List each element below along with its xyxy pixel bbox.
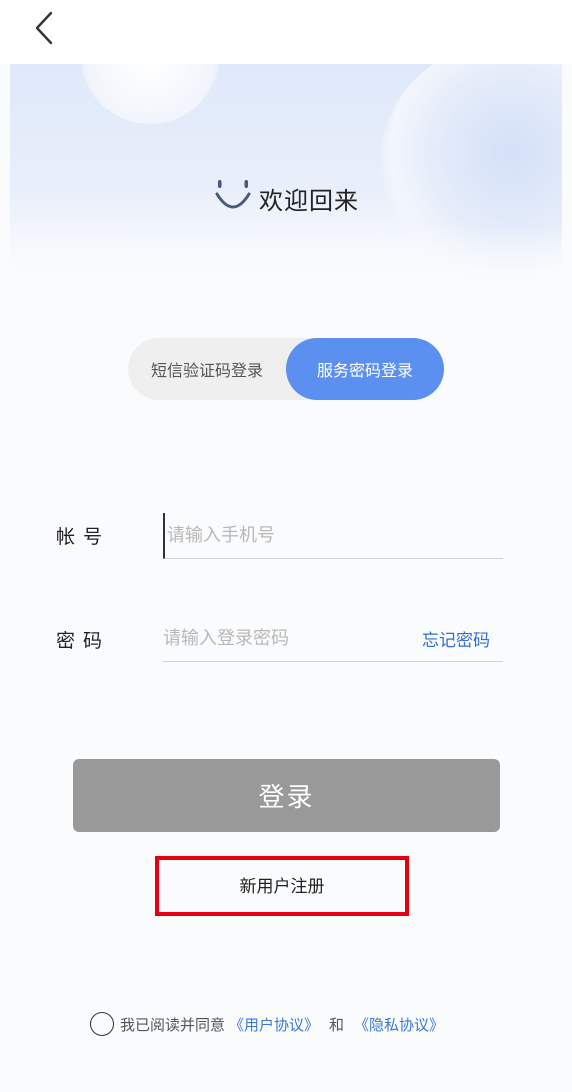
account-input[interactable]: [163, 513, 503, 559]
forgot-password-link[interactable]: 忘记密码: [422, 626, 490, 651]
welcome-heading: 欢迎回来: [0, 176, 572, 220]
login-mode-toggle: 短信验证码登录 服务密码登录: [128, 338, 444, 400]
hero-fade: [10, 224, 562, 294]
agree-checkbox[interactable]: [90, 1012, 114, 1036]
tab-password-login[interactable]: 服务密码登录: [286, 338, 444, 400]
top-bar: [0, 0, 572, 64]
tab-sms-login[interactable]: 短信验证码登录: [128, 338, 286, 400]
agreement-prefix: 我已阅读并同意: [120, 1015, 226, 1034]
decorative-bubble: [80, 64, 220, 124]
privacy-agreement-link[interactable]: 《隐私协议》: [354, 1014, 444, 1035]
register-link[interactable]: 新用户注册: [165, 868, 399, 900]
agreement-row: 我已阅读并同意 《用户协议》 和 《隐私协议》: [90, 1010, 510, 1038]
password-label: 密码: [56, 630, 111, 652]
smile-icon: [213, 176, 253, 220]
login-page: 欢迎回来 短信验证码登录 服务密码登录 帐号 密码 忘记密码 登录 新用户注册 …: [0, 0, 572, 1092]
agreement-conjunction: 和: [329, 1015, 345, 1034]
chevron-left-icon: [33, 11, 55, 49]
login-button[interactable]: 登录: [73, 759, 500, 832]
back-button[interactable]: [24, 8, 64, 52]
page-title: 欢迎回来: [259, 186, 359, 215]
account-label: 帐号: [56, 526, 111, 548]
user-agreement-link[interactable]: 《用户协议》: [229, 1014, 319, 1035]
